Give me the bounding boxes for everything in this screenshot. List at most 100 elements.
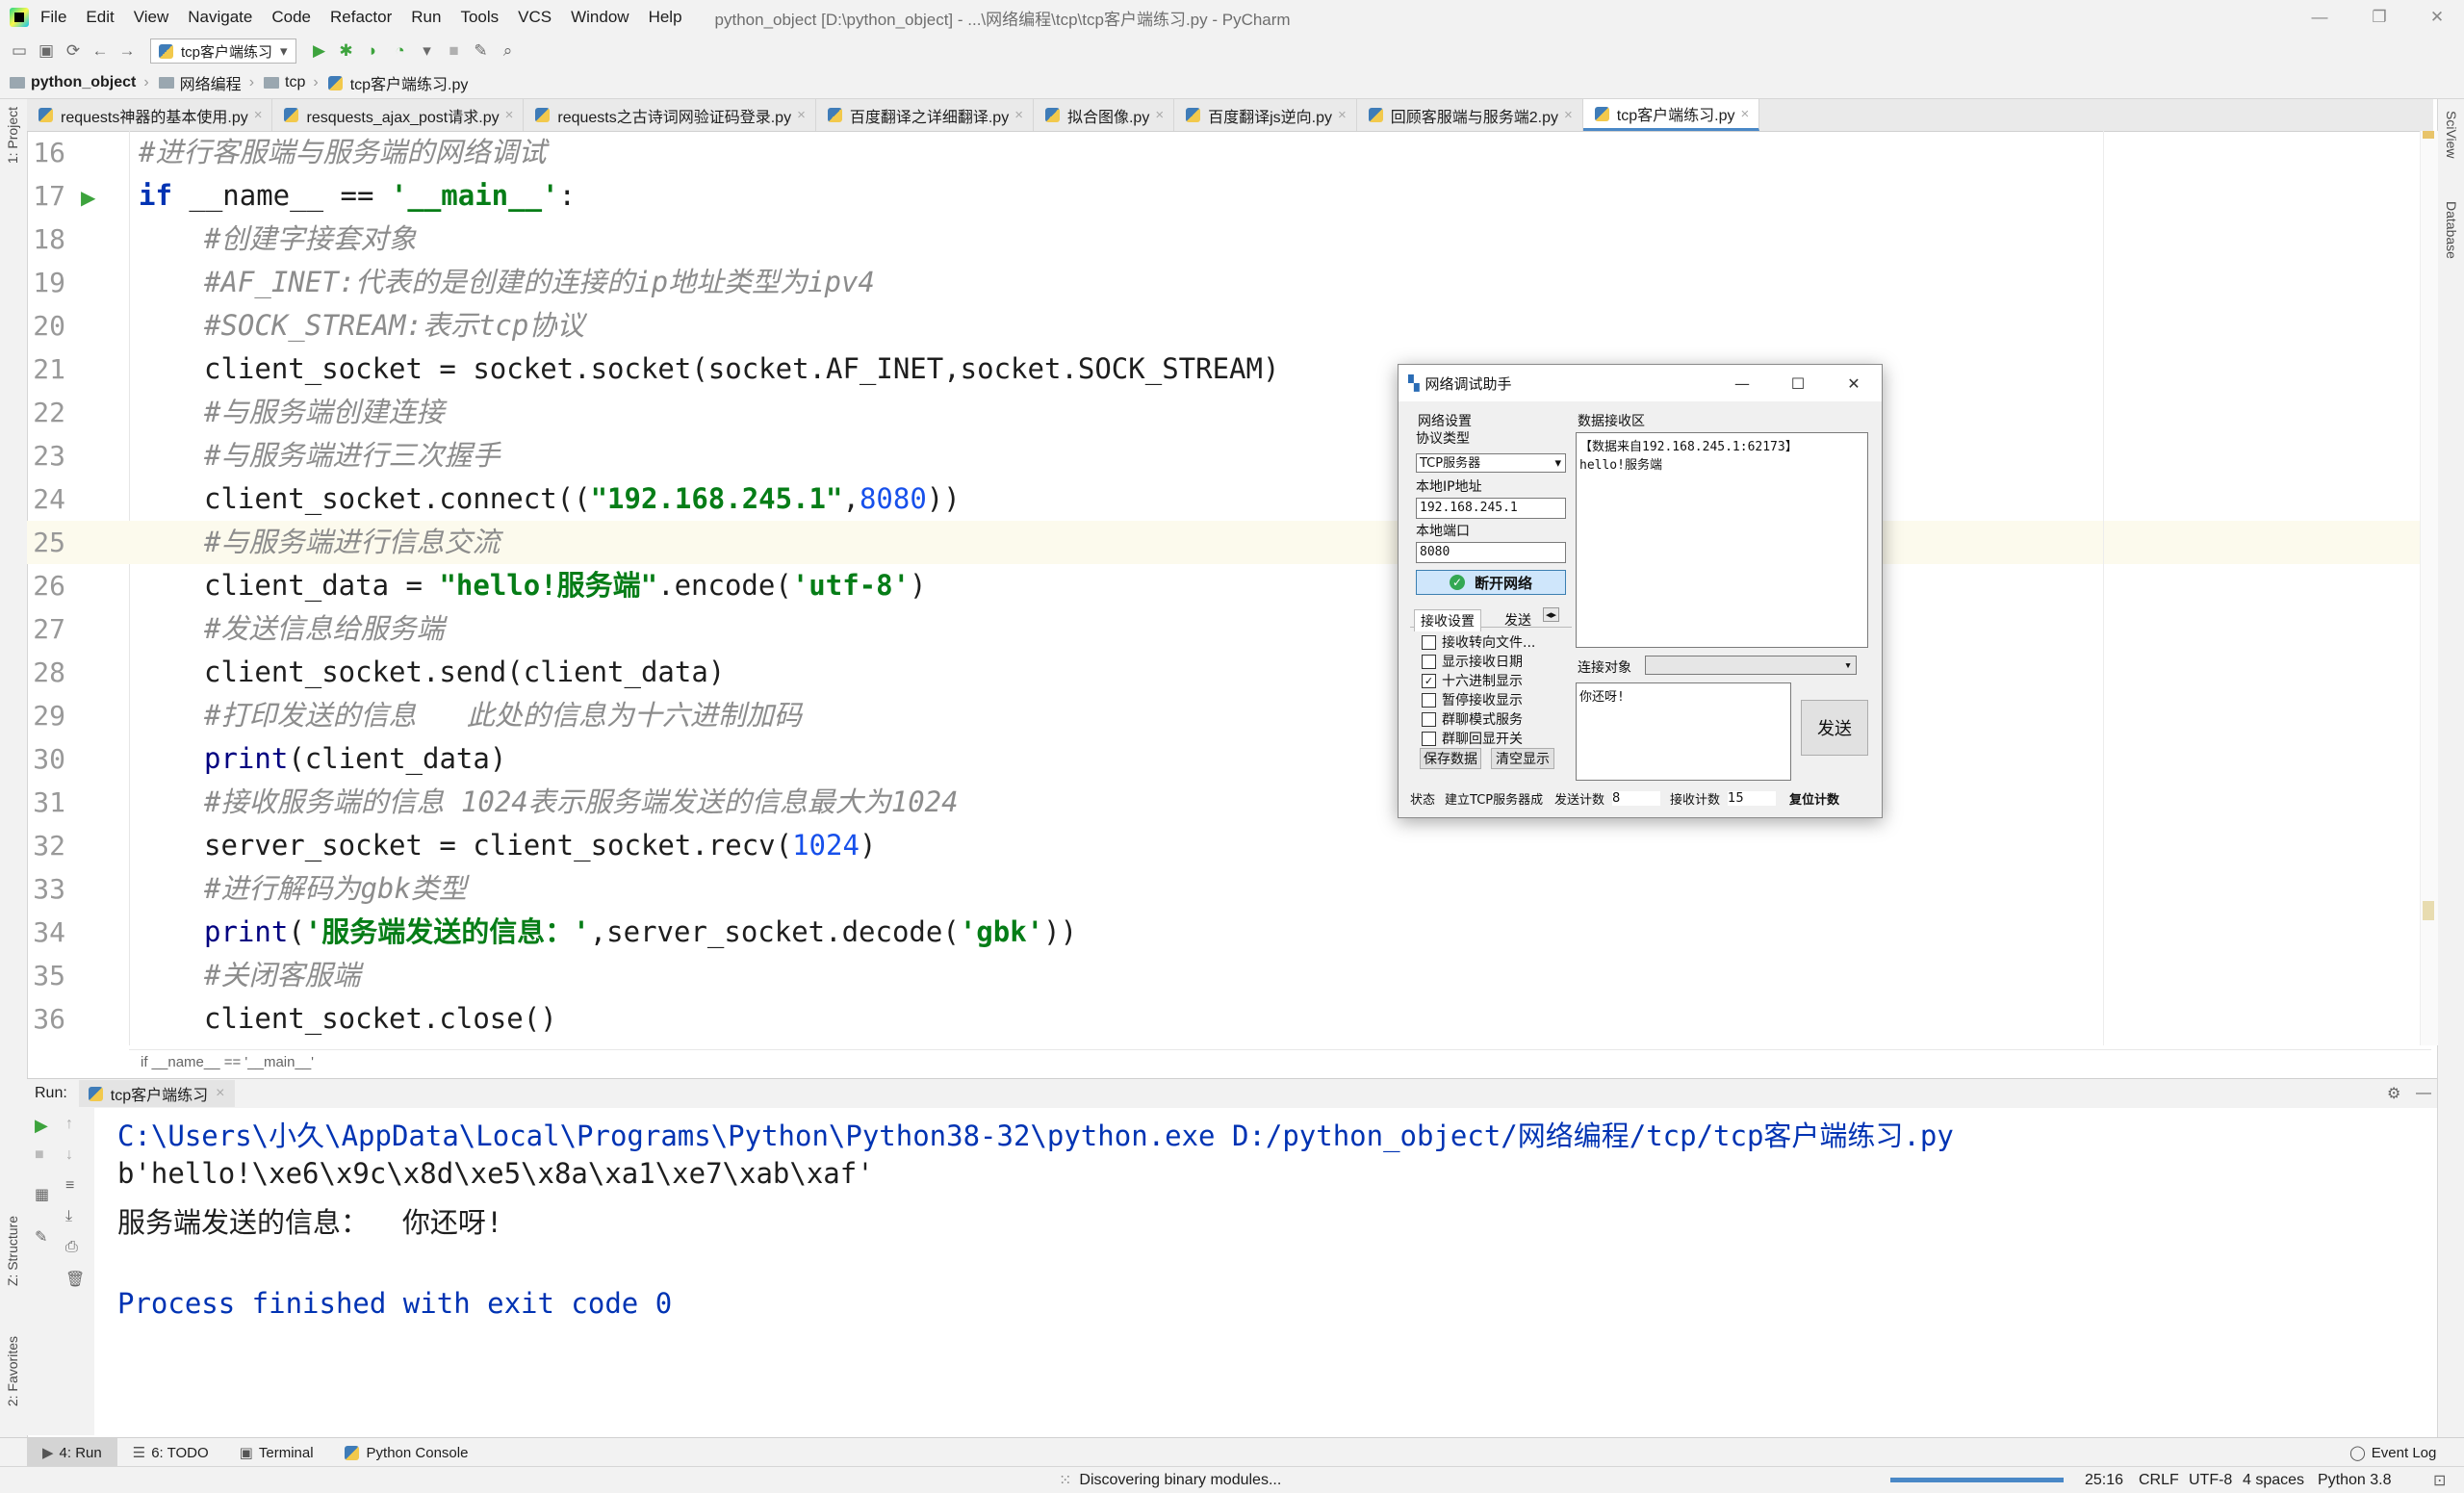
- port-input[interactable]: 8080: [1416, 542, 1566, 563]
- menu-code[interactable]: Code: [271, 8, 311, 27]
- layout-icon[interactable]: ▦: [35, 1185, 49, 1204]
- back-icon[interactable]: ←: [87, 38, 114, 64]
- run-tab[interactable]: tcp客户端练习 ×: [78, 1080, 235, 1107]
- close-tab-icon[interactable]: ×: [1564, 107, 1573, 123]
- menu-help[interactable]: Help: [649, 8, 682, 27]
- close-tab-icon[interactable]: ×: [505, 107, 514, 123]
- protocol-select[interactable]: TCP服务器 ▾: [1416, 453, 1566, 473]
- editor-tab[interactable]: 百度翻译之详细翻译.py ×: [816, 99, 1034, 131]
- recv-textarea[interactable]: 【数据来自192.168.245.1:62173】 hello!服务端: [1576, 432, 1868, 648]
- editor-tab[interactable]: 百度翻译js逆向.py ×: [1174, 99, 1357, 131]
- minimize-icon[interactable]: —: [1714, 365, 1770, 401]
- menu-refactor[interactable]: Refactor: [330, 8, 392, 27]
- menu-vcs[interactable]: VCS: [518, 8, 552, 27]
- editor-breadcrumb[interactable]: if __name__ == '__main__': [129, 1049, 2431, 1075]
- checkbox[interactable]: [1422, 634, 1436, 650]
- run-tool-button[interactable]: ▶ 4: Run: [27, 1438, 117, 1467]
- tab-recv-settings[interactable]: 接收设置: [1414, 609, 1481, 631]
- breadcrumb-file[interactable]: tcp客户端练习.py: [327, 71, 468, 94]
- editor-tab[interactable]: requests神器的基本使用.py ×: [27, 99, 273, 131]
- debug-icon[interactable]: ✱: [333, 38, 360, 64]
- checkbox[interactable]: [1422, 731, 1436, 746]
- option-pause-display[interactable]: 暂停接收显示: [1422, 690, 1523, 709]
- editor-tab[interactable]: resquests_ajax_post请求.py ×: [272, 99, 525, 131]
- python-console-tool-button[interactable]: Python Console: [329, 1438, 484, 1467]
- close-tab-icon[interactable]: ×: [1740, 106, 1749, 122]
- option-recv-to-file[interactable]: 接收转向文件...: [1422, 632, 1535, 652]
- close-tab-icon[interactable]: ×: [1338, 107, 1347, 123]
- indent-setting[interactable]: 4 spaces: [2243, 1472, 2304, 1489]
- editor-tab-active[interactable]: tcp客户端练习.py ×: [1582, 99, 1760, 131]
- open-folder-icon[interactable]: ▭: [6, 38, 33, 64]
- run-icon[interactable]: ▶: [306, 38, 333, 64]
- hide-panel-icon[interactable]: —: [2416, 1085, 2431, 1102]
- clear-display-button[interactable]: 清空显示: [1491, 748, 1554, 769]
- save-data-button[interactable]: 保存数据: [1420, 748, 1481, 769]
- save-all-icon[interactable]: ▣: [33, 38, 60, 64]
- breadcrumb-folder[interactable]: tcp ›: [264, 74, 319, 91]
- restore-icon[interactable]: ❐: [2354, 0, 2404, 35]
- run-config-select[interactable]: tcp客户端练习 ▾: [150, 39, 296, 64]
- target-select[interactable]: ▾: [1645, 656, 1857, 675]
- scroll-thumb[interactable]: [2423, 901, 2434, 920]
- structure-tool-button[interactable]: Z: Structure: [5, 1216, 20, 1286]
- interpreter[interactable]: Python 3.8: [2318, 1472, 2392, 1489]
- menu-tools[interactable]: Tools: [460, 8, 499, 27]
- pin-icon[interactable]: ✎: [35, 1227, 47, 1247]
- file-encoding[interactable]: UTF-8: [2189, 1472, 2232, 1489]
- profile-icon[interactable]: ◔: [387, 38, 414, 64]
- editor-tab[interactable]: 回顾客服端与服务端2.py ×: [1357, 99, 1583, 131]
- coverage-icon[interactable]: ◗: [360, 38, 387, 64]
- dialog-titlebar[interactable]: ▚ 网络调试助手 — ☐ ✕: [1399, 365, 1882, 401]
- menu-navigate[interactable]: Navigate: [188, 8, 252, 27]
- breadcrumb-folder[interactable]: 网络编程 ›: [158, 71, 254, 94]
- tab-scroll-icon[interactable]: ◂▸: [1543, 607, 1560, 622]
- breadcrumb-project[interactable]: python_object ›: [10, 74, 149, 91]
- run-dropdown-icon[interactable]: ▾: [414, 38, 441, 64]
- close-tab-icon[interactable]: ×: [797, 107, 806, 123]
- option-show-date[interactable]: 显示接收日期: [1422, 652, 1523, 671]
- tab-send-settings[interactable]: 发送: [1504, 610, 1531, 630]
- project-tool-button[interactable]: 1: Project: [5, 107, 20, 164]
- terminal-tool-button[interactable]: ▣ Terminal: [224, 1438, 329, 1467]
- checkbox-checked[interactable]: ✓: [1422, 673, 1436, 688]
- option-group-echo[interactable]: 群聊回显开关: [1422, 729, 1523, 748]
- ip-input[interactable]: 192.168.245.1: [1416, 498, 1566, 519]
- cursor-position[interactable]: 25:16: [2085, 1472, 2123, 1489]
- menu-view[interactable]: View: [134, 8, 169, 27]
- stop-icon[interactable]: ■: [35, 1146, 44, 1164]
- close-tab-icon[interactable]: ×: [1014, 107, 1023, 123]
- close-tab-icon[interactable]: ×: [254, 107, 263, 123]
- soft-wrap-icon[interactable]: ≡: [65, 1177, 74, 1195]
- editor-scrollbar[interactable]: [2420, 131, 2438, 1045]
- todo-tool-button[interactable]: ☰ 6: TODO: [117, 1438, 224, 1467]
- line-separator[interactable]: CRLF: [2139, 1472, 2179, 1489]
- send-button[interactable]: 发送: [1801, 700, 1868, 756]
- run-gutter-icon[interactable]: ▶: [81, 186, 95, 210]
- down-arrow-icon[interactable]: ↓: [65, 1146, 73, 1164]
- up-arrow-icon[interactable]: ↑: [65, 1116, 73, 1133]
- print-icon[interactable]: ⎙: [65, 1239, 78, 1256]
- event-log-button[interactable]: ◯ Event Log: [2334, 1438, 2451, 1467]
- menu-window[interactable]: Window: [571, 8, 629, 27]
- menu-file[interactable]: File: [40, 8, 66, 27]
- code-editor[interactable]: #进行客服端与服务端的网络调试 if __name__ == '__main__…: [129, 131, 2420, 1045]
- warning-marker[interactable]: [2423, 131, 2434, 139]
- stop-icon[interactable]: ■: [441, 38, 468, 64]
- option-group-chat[interactable]: 群聊模式服务: [1422, 709, 1523, 729]
- menu-run[interactable]: Run: [411, 8, 441, 27]
- close-tab-icon[interactable]: ×: [1155, 107, 1164, 123]
- rerun-icon[interactable]: ▶: [35, 1116, 48, 1136]
- forward-icon[interactable]: →: [114, 38, 141, 64]
- close-tab-icon[interactable]: ×: [216, 1085, 224, 1102]
- sciview-tool-button[interactable]: SciView: [2444, 111, 2459, 159]
- sync-icon[interactable]: ⟳: [60, 38, 87, 64]
- minimize-icon[interactable]: —: [2295, 0, 2345, 35]
- checkbox[interactable]: [1422, 654, 1436, 669]
- disconnect-button[interactable]: ✓ 断开网络: [1416, 570, 1566, 595]
- favorites-tool-button[interactable]: 2: Favorites: [5, 1336, 20, 1406]
- database-tool-button[interactable]: Database: [2444, 201, 2459, 259]
- editor-tab[interactable]: requests之古诗词网验证码登录.py ×: [524, 99, 816, 131]
- option-hex-display[interactable]: ✓ 十六进制显示: [1422, 671, 1523, 690]
- gear-icon[interactable]: ⚙: [2387, 1084, 2400, 1103]
